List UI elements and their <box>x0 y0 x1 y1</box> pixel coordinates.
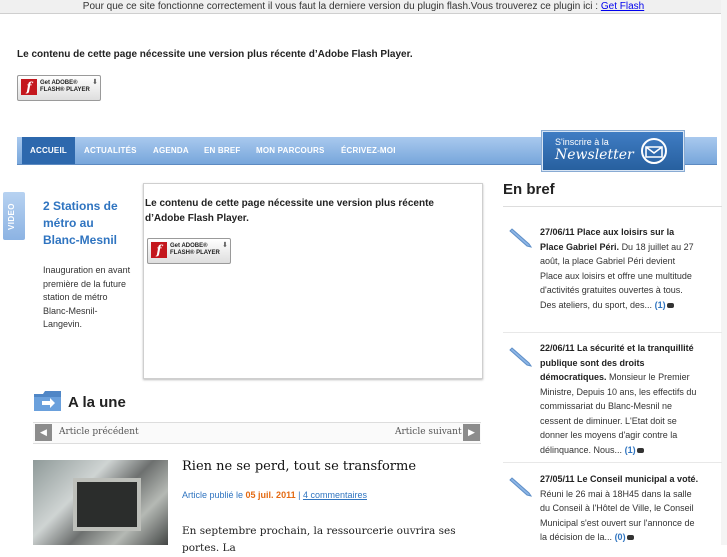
next-arrow-icon[interactable]: ▶ <box>463 424 480 441</box>
download-arrow-icon: ⬇ <box>92 79 98 86</box>
flash-badge-label: Get ADOBE® FLASH® PLAYER <box>170 243 220 256</box>
video-description: Inauguration en avant première de la fut… <box>43 265 131 329</box>
newsletter-small-label: S'inscrire à la <box>555 137 609 147</box>
video-flash-message: Le contenu de cette page nécessite une v… <box>145 198 434 224</box>
pencil-icon <box>509 228 533 248</box>
article-excerpt: En septembre prochain, la ressourcerie o… <box>182 525 456 554</box>
article-navigation: ◀ Article précédent Article suivant ▶ <box>33 422 481 444</box>
comment-count[interactable]: (0) <box>615 532 626 542</box>
pencil-icon <box>509 347 533 367</box>
video-tab-label: VIDEO <box>7 203 16 230</box>
article-date: 05 juil. 2011 <box>245 490 296 500</box>
enbref-heading: En bref <box>503 181 555 198</box>
comment-count[interactable]: (1) <box>625 445 636 455</box>
alaune-heading: A la une <box>68 394 126 411</box>
comment-bubble-icon <box>626 535 634 541</box>
get-flash-link[interactable]: Get Flash <box>601 1 644 12</box>
newsletter-signup-button[interactable]: S'inscrire à la Newsletter <box>542 131 684 171</box>
news-item: 22/06/11 La sécurité et la tranquillité … <box>540 341 700 457</box>
video-title-link[interactable]: 2 Stations de métro au Blanc-Mesnil <box>43 198 133 249</box>
divider <box>503 332 722 333</box>
divider <box>503 462 722 463</box>
flash-notice-text: Pour que ce site fonctionne correctement… <box>82 1 599 12</box>
news-headline[interactable]: 27/05/11 Le Conseil municipal a voté. <box>540 474 698 484</box>
newsletter-label: Newsletter <box>555 147 634 163</box>
article-meta: Article publié le 05 juil. 2011 | 4 comm… <box>182 490 367 500</box>
comment-bubble-icon <box>636 447 644 453</box>
get-flash-player-button[interactable]: f Get ADOBE® FLASH® PLAYER ⬇ <box>17 75 101 101</box>
comments-link[interactable]: 4 commentaires <box>303 490 367 500</box>
previous-arrow-icon[interactable]: ◀ <box>35 424 52 441</box>
video-get-flash-button[interactable]: f Get ADOBE® FLASH® PLAYER ⬇ <box>147 238 231 264</box>
news-text: Monsieur le Premier Ministre, Depuis 10 … <box>540 372 697 455</box>
header-flash-message: Le contenu de cette page nécessite une v… <box>17 49 413 60</box>
article-thumbnail[interactable] <box>33 460 168 545</box>
nav-item-ecrivez-moi[interactable]: ÉCRIVEZ-MOI <box>341 137 396 164</box>
article-title-link[interactable]: Rien ne se perd, tout se transforme <box>182 459 416 474</box>
published-prefix: Article publié le <box>182 490 244 500</box>
flash-logo-icon: f <box>21 79 37 95</box>
page-edge <box>721 0 727 545</box>
nav-item-mon-parcours[interactable]: MON PARCOURS <box>256 137 324 164</box>
download-arrow-icon: ⬇ <box>222 242 228 249</box>
nav-item-agenda[interactable]: AGENDA <box>153 137 189 164</box>
flash-badge-label: Get ADOBE® FLASH® PLAYER <box>40 80 90 93</box>
television-image <box>73 478 141 531</box>
flash-logo-icon: f <box>151 242 167 258</box>
meta-separator: | <box>298 490 301 500</box>
flash-notice-bar: Pour que ce site fonctionne correctement… <box>0 0 727 14</box>
next-article-link[interactable]: Article suivant <box>395 427 462 437</box>
nav-item-en-bref[interactable]: EN BREF <box>204 137 241 164</box>
divider <box>503 206 722 207</box>
folder-arrow-icon <box>34 391 61 411</box>
pencil-icon <box>509 477 533 497</box>
news-item: 27/06/11 Place aux loisirs sur la Place … <box>540 225 700 312</box>
nav-item-accueil[interactable]: ACCUEIL <box>22 137 75 164</box>
video-flash-box: Le contenu de cette page nécessite une v… <box>143 183 483 379</box>
comment-bubble-icon <box>666 302 674 308</box>
nav-item-actualites[interactable]: ACTUALITÉS <box>84 137 137 164</box>
envelope-icon <box>641 138 667 164</box>
previous-article-link[interactable]: Article précédent <box>59 427 139 437</box>
news-item: 27/05/11 Le Conseil municipal a voté. Ré… <box>540 472 700 545</box>
video-tab[interactable]: VIDEO <box>3 192 25 240</box>
comment-count[interactable]: (1) <box>655 300 666 310</box>
